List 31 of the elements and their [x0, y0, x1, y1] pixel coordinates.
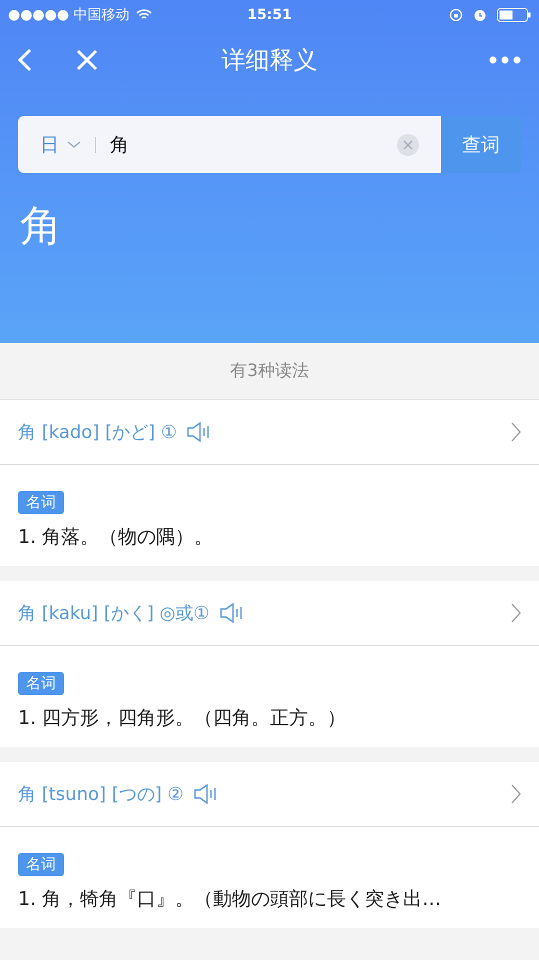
headword: 角	[20, 200, 63, 252]
reading-row[interactable]: 角 [kado] [かど] ①	[0, 400, 539, 465]
search-button[interactable]: 查词	[441, 116, 521, 173]
search-field[interactable]: 日 角	[18, 116, 441, 173]
definition-text: 1. 四方形，四角形。（四角。正方。）	[18, 706, 348, 731]
reading-row[interactable]: 角 [tsuno] [つの] ②	[0, 762, 539, 827]
definition-text: 1. 角落。（物の隅）。	[18, 525, 214, 550]
close-icon[interactable]	[76, 49, 98, 71]
chevron-icon	[511, 784, 521, 804]
back-icon[interactable]	[18, 48, 32, 72]
reading-heading: 角 [tsuno] [つの] ②	[18, 783, 184, 806]
clock-time: 15:51	[246, 7, 293, 23]
reading-row[interactable]: 角 [kaku] [かく] ◎或①	[0, 581, 539, 646]
reading-heading: 角 [kaku] [かく] ◎或①	[18, 602, 210, 625]
chevron-icon	[511, 422, 521, 442]
battery-icon	[497, 8, 531, 22]
clear-icon[interactable]	[397, 134, 419, 156]
page-title: 详细释义	[220, 45, 318, 76]
chevron-icon	[511, 603, 521, 623]
rotation-lock-icon	[449, 8, 463, 22]
language-selector[interactable]: 日	[40, 132, 81, 158]
part-of-speech-tag: 名词	[18, 491, 64, 514]
more-icon[interactable]	[489, 56, 521, 64]
carrier-label: ●●●●● 中国移动	[8, 6, 130, 24]
part-of-speech-tag: 名词	[18, 853, 64, 876]
reading-heading: 角 [kado] [かど] ①	[18, 421, 177, 444]
definition-text: 1. 角，犄角『口』。（動物の頭部に長く突き出…	[18, 887, 442, 912]
caret-icon	[67, 140, 81, 148]
part-of-speech-tag: 名词	[18, 672, 64, 695]
alarm-icon	[473, 8, 487, 22]
wifi-icon	[136, 9, 152, 21]
